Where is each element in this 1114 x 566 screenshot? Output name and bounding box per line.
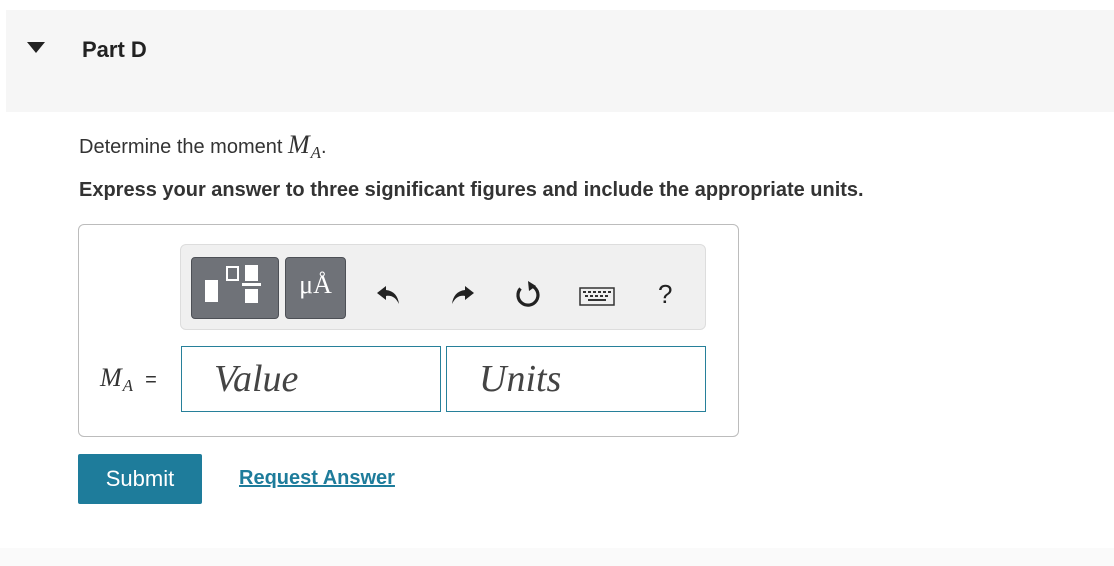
question-text: Determine the moment MA. [79, 130, 327, 162]
help-button[interactable]: ? [658, 279, 672, 310]
question-period: . [321, 136, 327, 158]
reset-icon [516, 281, 540, 307]
undo-icon [377, 286, 399, 304]
keyboard-button[interactable] [579, 287, 615, 307]
request-answer-link[interactable]: Request Answer [239, 467, 395, 490]
keyboard-icon [579, 287, 615, 306]
answer-symbol: MA [100, 363, 134, 395]
templates-icon [205, 265, 261, 303]
undo-button[interactable] [375, 280, 403, 308]
redo-button[interactable] [448, 280, 476, 308]
units-icon: μÅ [299, 270, 332, 299]
collapse-triangle-icon[interactable] [27, 42, 45, 53]
submit-button[interactable]: Submit [78, 454, 202, 504]
value-input[interactable] [181, 346, 441, 412]
answer-label: MA = [100, 363, 157, 395]
part-header [6, 10, 1114, 112]
moment-symbol: MA [287, 130, 322, 162]
question-prompt: Determine the moment [79, 136, 283, 158]
units-button[interactable]: μÅ [285, 257, 346, 319]
part-title: Part D [82, 37, 147, 62]
answer-instructions: Express your answer to three significant… [79, 179, 864, 201]
templates-button[interactable] [191, 257, 279, 319]
reset-button[interactable] [513, 279, 543, 309]
equals-sign: = [145, 369, 157, 391]
redo-icon [452, 286, 474, 304]
footer-strip [0, 548, 1114, 566]
units-input[interactable] [446, 346, 706, 412]
